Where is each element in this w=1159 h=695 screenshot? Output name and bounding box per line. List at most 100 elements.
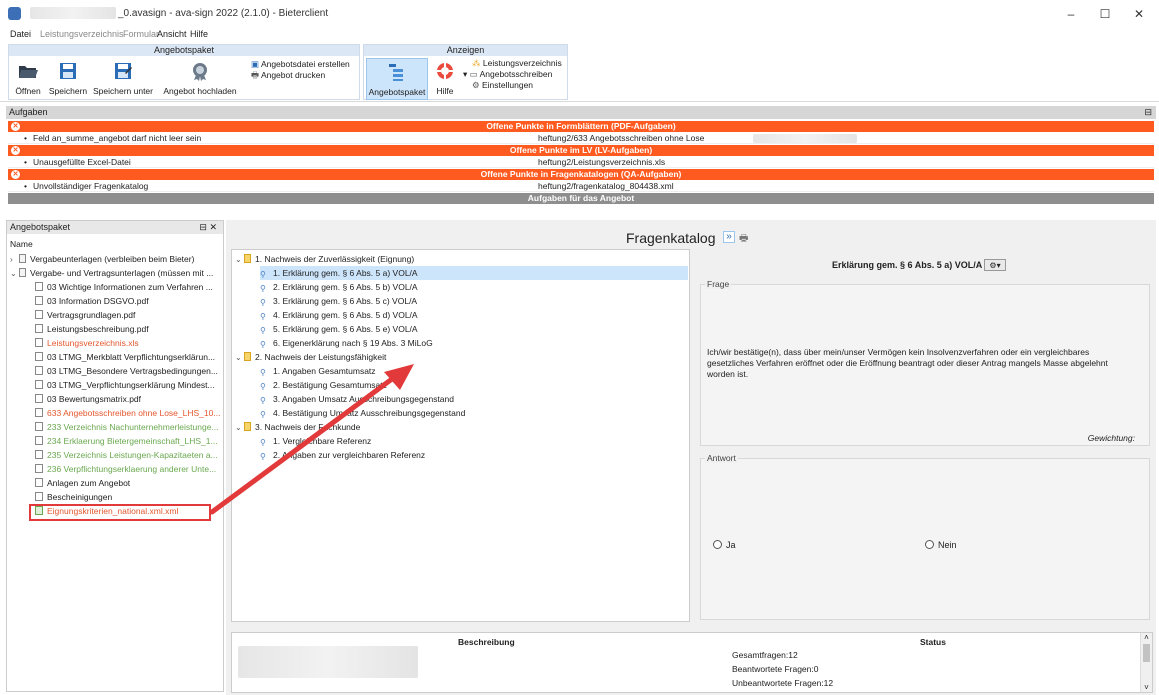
gear-dropdown-icon[interactable]: ⚙▾: [984, 259, 1006, 271]
view-lv-link[interactable]: ⁂ Leistungsverzeichnis: [472, 58, 562, 69]
menu-hilfe[interactable]: Hilfe: [190, 29, 208, 39]
view-offer-letter-link[interactable]: ▾ ▭ Angebotsschreiben: [463, 69, 552, 80]
folder-icon: [19, 254, 26, 263]
tree-item-label: Bescheinigungen: [47, 492, 113, 502]
lifebuoy-icon: [437, 63, 453, 79]
create-offer-file-button[interactable]: ▣ Angebotsdatei erstellen: [251, 59, 350, 70]
chevron-up-icon[interactable]: ˄: [1141, 633, 1152, 642]
tree-item[interactable]: 234 Erklaerung Bietergemeinschaft_LHS_1.…: [35, 434, 218, 448]
tree-item[interactable]: 03 LTMG_Besondere Vertragsbedingungen...: [35, 364, 218, 378]
tree-item[interactable]: 03 LTMG_Verpflichtungserklärung Mindest.…: [35, 378, 215, 392]
question-item-label: 1. Erklärung gem. § 6 Abs. 5 a) VOL/A: [273, 268, 418, 278]
folder-icon: [19, 66, 38, 78]
chevron-down-icon[interactable]: ˅: [1141, 683, 1152, 692]
view-angebotspaket-button[interactable]: Angebotspaket: [366, 58, 428, 100]
menu-ansicht[interactable]: Ansicht: [157, 29, 187, 39]
task-section-lv[interactable]: ✕ Offene Punkte im LV (LV-Aufgaben): [8, 145, 1154, 156]
save-button[interactable]: Speichern: [47, 58, 89, 96]
status-panel: Beschreibung Status Gesamtfragen:12 Bean…: [231, 632, 1153, 693]
task-section-pdf[interactable]: ✕ Offene Punkte in Formblättern (PDF-Aufg…: [8, 121, 1154, 132]
tree-item[interactable]: Eignungskriterien_national.xml.xml: [35, 504, 178, 518]
question-icon: ⚲: [260, 340, 266, 349]
save-icon: [60, 63, 76, 79]
tree-item-label: 236 Verpflichtungserklaerung anderer Unt…: [47, 464, 217, 474]
question-item-label: 1. Vergleichbare Referenz: [273, 436, 372, 446]
upload-offer-button[interactable]: Angebot hochladen: [161, 58, 239, 96]
pin-icon[interactable]: ⊟: [1144, 106, 1152, 119]
folder-icon: [19, 268, 26, 277]
open-button[interactable]: Öffnen: [11, 58, 45, 96]
tree-item[interactable]: › Vergabeunterlagen (verbleiben beim Biet…: [10, 252, 194, 266]
app-icon: [8, 7, 21, 20]
menu-bar: Datei Leistungsverzeichnis Formular Ansi…: [0, 28, 1159, 42]
tree-view-icon: [389, 64, 403, 81]
ribbon-group-anzeigen: Anzeigen Angebotspaket Hilfe ⁂ Leistungs…: [363, 44, 568, 100]
question-item[interactable]: ⚲ 4. Bestätigung Umsatz Ausschreibungsgeg…: [260, 406, 465, 420]
weight-label: Gewichtung:: [1087, 433, 1135, 443]
tree-item[interactable]: Leistungsbeschreibung.pdf: [35, 322, 149, 336]
panel-controls[interactable]: ⊟ ✕: [199, 221, 217, 234]
tree-item[interactable]: 03 Information DSGVO.pdf: [35, 294, 149, 308]
question-item[interactable]: ⚲ 2. Angaben zur vergleichbaren Referenz: [260, 448, 425, 462]
question-item[interactable]: ⚲ 2. Erklärung gem. § 6 Abs. 5 b) VOL/A: [260, 280, 418, 294]
yes-label: Ja: [726, 540, 736, 550]
scrollbar[interactable]: ˄ ˅: [1140, 633, 1152, 692]
error-icon: ✕: [11, 170, 20, 179]
file-icon: [35, 408, 43, 417]
close-button[interactable]: ✕: [1124, 5, 1154, 23]
menu-leistungsverzeichnis[interactable]: Leistungsverzeichnis: [40, 29, 124, 39]
question-item[interactable]: ⚲ 6. Eigenerklärung nach § 19 Abs. 3 MiLo…: [260, 336, 433, 350]
question-item[interactable]: ⚲ 2. Bestätigung Gesamtumsatz: [260, 378, 387, 392]
yes-radio[interactable]: Ja: [713, 540, 736, 550]
task-row[interactable]: • Unausgefüllte Excel-Datei heftung2/Lei…: [8, 157, 1154, 168]
question-item[interactable]: ⚲ 3. Angaben Umsatz Ausschreibungsgegenst…: [260, 392, 454, 406]
tree-item-label: 03 Bewertungsmatrix.pdf: [47, 394, 142, 404]
tree-item-label: 03 LTMG_Besondere Vertragsbedingungen...: [47, 366, 218, 376]
question-item[interactable]: ⚲ 3. Erklärung gem. § 6 Abs. 5 c) VOL/A: [260, 294, 417, 308]
help-button[interactable]: Hilfe: [430, 58, 460, 96]
task-row[interactable]: • Unvollständiger Fragenkatalog heftung2…: [8, 181, 1154, 192]
print-offer-button[interactable]: 🖶 Angebot drucken: [251, 70, 325, 84]
save-as-button[interactable]: Speichern unter: [91, 58, 155, 96]
no-radio[interactable]: Nein: [925, 540, 957, 550]
blurred-text: [753, 134, 857, 143]
tree-item[interactable]: ⌄ Vergabe- und Vertragsunterlagen (müssen…: [10, 266, 213, 280]
tree-item-label: Eignungskriterien_national.xml.xml: [47, 506, 179, 516]
tree-item[interactable]: 633 Angebotsschreiben ohne Lose_LHS_10..…: [35, 406, 220, 420]
scrollbar-thumb[interactable]: [1143, 644, 1150, 662]
tree-item[interactable]: Anlagen zum Angebot: [35, 476, 130, 490]
question-group[interactable]: ⌄ 3. Nachweis der Fachkunde: [235, 420, 360, 434]
menu-datei[interactable]: Datei: [10, 29, 31, 39]
tree-item[interactable]: Bescheinigungen: [35, 490, 112, 504]
question-item[interactable]: ⚲ 1. Vergleichbare Referenz: [260, 434, 371, 448]
question-item[interactable]: ⚲ 1. Angaben Gesamtumsatz: [260, 364, 376, 378]
task-section-qa[interactable]: ✕ Offene Punkte in Fragenkatalogen (QA-Au…: [8, 169, 1154, 180]
tree-item[interactable]: 233 Verzeichnis Nachunternehmerleistunge…: [35, 420, 219, 434]
tree-item[interactable]: 236 Verpflichtungserklaerung anderer Unt…: [35, 462, 216, 476]
question-item[interactable]: ⚲ 4. Erklärung gem. § 6 Abs. 5 d) VOL/A: [260, 308, 418, 322]
settings-link[interactable]: ⚙ Einstellungen: [472, 80, 533, 91]
frage-label: Frage: [705, 279, 732, 289]
file-icon: [35, 296, 43, 305]
question-group[interactable]: ⌄ 2. Nachweis der Leistungsfähigkeit: [235, 350, 386, 364]
task-row[interactable]: • Feld an_summe_angebot darf nicht leer …: [8, 133, 1154, 144]
tree-item[interactable]: Leistungsverzeichnis.xls: [35, 336, 139, 350]
maximize-button[interactable]: ☐: [1090, 5, 1120, 23]
next-icon[interactable]: »: [723, 231, 735, 243]
tree-item[interactable]: Vertragsgrundlagen.pdf: [35, 308, 135, 322]
tree-item[interactable]: 235 Verzeichnis Leistungen-Kapazitaeten …: [35, 448, 218, 462]
question-item[interactable]: ⚲ 1. Erklärung gem. § 6 Abs. 5 a) VOL/A: [260, 266, 688, 280]
tree-item[interactable]: 03 LTMG_Merkblatt Verpflichtungserklärun…: [35, 350, 215, 364]
minimize-button[interactable]: –: [1056, 5, 1086, 23]
tree-item[interactable]: 03 Wichtige Informationen zum Verfahren …: [35, 280, 213, 294]
tree-item[interactable]: 03 Bewertungsmatrix.pdf: [35, 392, 141, 406]
menu-formular[interactable]: Formular: [123, 29, 159, 39]
question-item[interactable]: ⚲ 5. Erklärung gem. § 6 Abs. 5 e) VOL/A: [260, 322, 418, 336]
question-item-label: 5. Erklärung gem. § 6 Abs. 5 e) VOL/A: [273, 324, 418, 334]
task-description: Unvollständiger Fragenkatalog: [33, 181, 149, 191]
chevron-down-icon: ⌄: [10, 269, 17, 278]
attachment-icon: [35, 478, 43, 487]
print-icon[interactable]: 🖶: [739, 231, 751, 244]
name-column-header: Name: [10, 239, 33, 249]
question-group[interactable]: ⌄ 1. Nachweis der Zuverlässigkeit (Eignun…: [235, 252, 414, 266]
